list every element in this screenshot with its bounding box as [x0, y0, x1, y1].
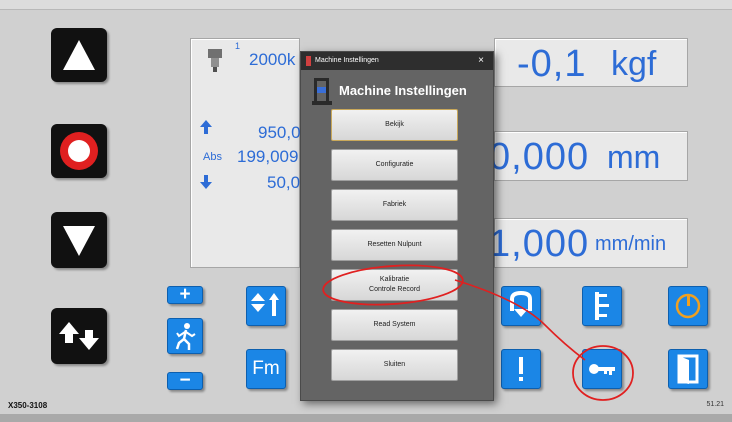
- scale-button[interactable]: [582, 286, 622, 326]
- version-label: 51.21: [706, 401, 724, 408]
- return-button[interactable]: [501, 286, 541, 326]
- position-unit: mm: [607, 139, 661, 175]
- upper-limit-icon: [200, 120, 212, 134]
- fm-label: Fm: [252, 358, 280, 379]
- plus-label: +: [179, 284, 191, 305]
- machine-settings-dialog: Machine Instellingen × Machine Instellin…: [300, 51, 494, 401]
- up-arrow-icon: [63, 40, 95, 70]
- machine-icon: [312, 78, 332, 105]
- stop-icon: [60, 132, 98, 170]
- sort-button[interactable]: [246, 286, 286, 326]
- factory-button[interactable]: Fabriek: [331, 189, 458, 221]
- load-cell-icon: [208, 49, 222, 72]
- move-down-button[interactable]: [51, 212, 107, 268]
- warning-button[interactable]: [501, 349, 541, 389]
- machine-screen: 1 2000k 950,0 Abs 199,009 50,0 -0,1 kgf …: [0, 0, 732, 422]
- stop-button[interactable]: [51, 124, 107, 178]
- abs-value: 199,009: [237, 147, 299, 166]
- decrease-button[interactable]: −: [167, 370, 203, 391]
- reset-zero-button[interactable]: Resetten Nulpunt: [331, 229, 458, 261]
- scale-icon: [595, 292, 609, 320]
- capacity-value: 2000k: [249, 50, 296, 69]
- configuration-button[interactable]: Configuratie: [331, 149, 458, 181]
- close-button[interactable]: Sluiten: [331, 349, 458, 381]
- machine-id: X350-3108: [8, 401, 48, 410]
- key-icon: [589, 364, 615, 375]
- speed-unit: mm/min: [595, 233, 667, 255]
- walk-mode-button[interactable]: [167, 318, 203, 354]
- speed-value: 1,000: [489, 223, 590, 265]
- top-bar: [0, 0, 732, 10]
- dialog-heading: Machine Instellingen: [339, 83, 467, 98]
- dialog-titlebar: Machine Instellingen ×: [301, 52, 493, 70]
- down-arrow-icon: [63, 226, 95, 256]
- read-system-button[interactable]: Read System: [331, 309, 458, 341]
- security-key-button[interactable]: [582, 349, 622, 389]
- move-up-button[interactable]: [51, 28, 107, 82]
- jog-icon: [59, 322, 99, 350]
- return-icon: [510, 290, 532, 317]
- speed-readout: 1,000 mm/min: [489, 218, 688, 268]
- power-button[interactable]: [668, 286, 708, 326]
- sensor-index: 1: [235, 41, 241, 51]
- app-icon: [306, 56, 311, 66]
- upper-limit-value: 950,0: [258, 123, 301, 142]
- exclamation-icon: [519, 357, 523, 381]
- exit-door-icon: [677, 354, 699, 384]
- test-info-panel: 1 2000k 950,0 Abs 199,009 50,0: [190, 38, 301, 268]
- minus-label: −: [179, 370, 191, 391]
- abs-label: Abs: [203, 151, 222, 163]
- power-icon: [675, 293, 701, 319]
- lower-limit-icon: [200, 175, 212, 189]
- increase-button[interactable]: +: [167, 284, 203, 305]
- status-bar: [0, 414, 732, 422]
- calibration-record-button[interactable]: Kalibratie Controle Record: [331, 269, 458, 301]
- close-icon[interactable]: ×: [478, 52, 484, 70]
- dialog-window-title: Machine Instellingen: [315, 57, 379, 64]
- walk-icon: [175, 323, 196, 350]
- jog-button[interactable]: [51, 308, 107, 364]
- force-value: -0,1: [517, 43, 587, 85]
- view-button[interactable]: Bekijk: [331, 109, 458, 141]
- fm-button[interactable]: Fm: [246, 349, 286, 389]
- position-value: 0,000: [489, 136, 590, 178]
- sort-icon: [251, 293, 279, 316]
- force-unit: kgf: [611, 45, 657, 83]
- position-readout: 0,000 mm: [489, 131, 688, 181]
- force-readout: -0,1 kgf: [494, 38, 688, 87]
- lower-limit-value: 50,0: [267, 173, 301, 192]
- exit-button[interactable]: [668, 349, 708, 389]
